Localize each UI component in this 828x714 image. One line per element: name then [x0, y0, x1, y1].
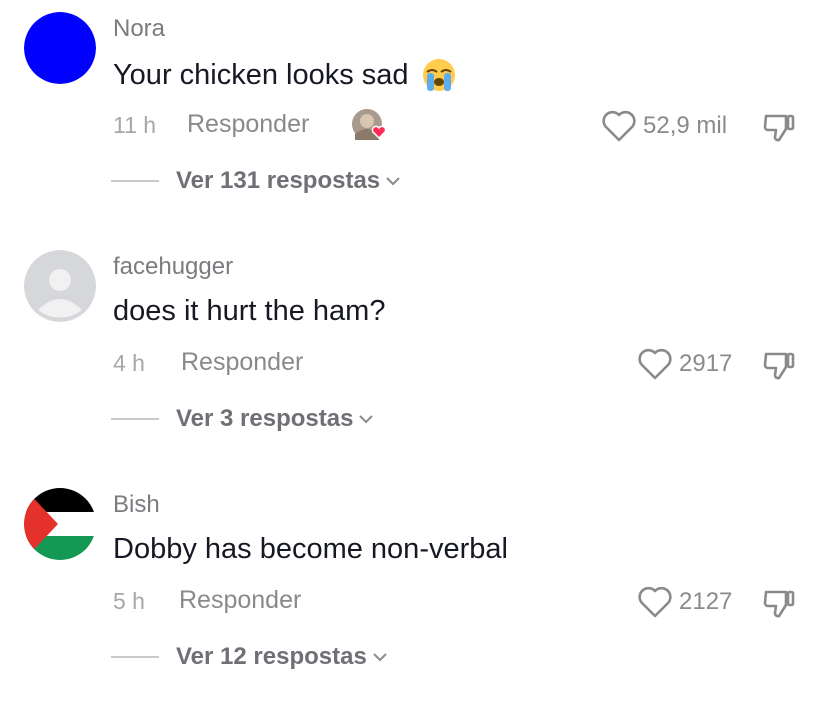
- comment-text: Your chicken looks sad: [113, 57, 457, 93]
- divider-line: [111, 656, 159, 658]
- comment-text-content: Your chicken looks sad: [113, 58, 409, 91]
- heart-outline-icon: [638, 586, 672, 618]
- default-gray-avatar-image: [24, 250, 96, 322]
- view-replies-label: Ver 12 respostas: [176, 643, 367, 670]
- divider-line: [111, 418, 159, 420]
- blue-circle-avatar-image: [24, 12, 96, 84]
- comment-username[interactable]: Nora: [113, 15, 165, 43]
- like-count: 2127: [679, 588, 733, 615]
- thumbs-down-icon: [763, 590, 795, 618]
- like-button[interactable]: 2917: [637, 346, 732, 382]
- comment-text-content: Dobby has become non-verbal: [113, 533, 508, 565]
- view-replies-button[interactable]: Ver 12 respostas: [111, 641, 388, 673]
- dislike-button[interactable]: [762, 346, 798, 382]
- comment-item: Nora Your chicken looks sad 11 h Respond…: [0, 0, 828, 238]
- comment-username[interactable]: facehugger: [113, 253, 233, 281]
- chevron-down-icon: [359, 415, 374, 424]
- thumbs-down-icon: [763, 352, 795, 380]
- comment-username[interactable]: Bish: [113, 491, 160, 519]
- dislike-button[interactable]: [762, 584, 798, 620]
- reply-button[interactable]: Responder: [181, 348, 303, 377]
- view-replies-button[interactable]: Ver 3 respostas: [111, 403, 374, 435]
- heart-outline-icon: [638, 348, 672, 380]
- avatar[interactable]: [24, 12, 96, 84]
- like-count: 2917: [679, 350, 733, 377]
- chevron-down-icon: [373, 653, 387, 662]
- loudly-crying-face-emoji-icon: [421, 57, 457, 93]
- reply-button[interactable]: Responder: [179, 586, 301, 615]
- comment-time: 4 h: [113, 350, 145, 376]
- divider-line: [111, 180, 159, 182]
- view-replies-label: Ver 131 respostas: [176, 167, 381, 194]
- view-replies-label: Ver 3 respostas: [176, 405, 354, 432]
- like-button[interactable]: 52,9 mil: [601, 108, 727, 144]
- palestine-flag-avatar-image: [24, 488, 96, 560]
- comment-item: Bish Dobby has become non-verbal 5 h Res…: [0, 476, 828, 714]
- reply-button[interactable]: Responder: [187, 110, 309, 139]
- thumbs-down-icon: [763, 114, 795, 142]
- comment-item: facehugger does it hurt the ham? 4 h Res…: [0, 238, 828, 476]
- comment-time: 5 h: [113, 588, 145, 614]
- like-count: 52,9 mil: [643, 112, 728, 139]
- like-button[interactable]: 2127: [637, 584, 732, 620]
- creator-liked-badge: [351, 108, 387, 144]
- dislike-button[interactable]: [762, 108, 798, 144]
- view-replies-button[interactable]: Ver 131 respostas: [111, 165, 401, 197]
- comment-time: 11 h: [113, 112, 157, 138]
- avatar[interactable]: [24, 250, 96, 322]
- comment-text: Dobby has become non-verbal: [113, 533, 508, 566]
- heart-outline-icon: [602, 110, 636, 142]
- avatar[interactable]: [24, 488, 96, 560]
- comment-text: does it hurt the ham?: [113, 295, 385, 328]
- comment-text-content: does it hurt the ham?: [113, 295, 386, 327]
- chevron-down-icon: [386, 177, 400, 186]
